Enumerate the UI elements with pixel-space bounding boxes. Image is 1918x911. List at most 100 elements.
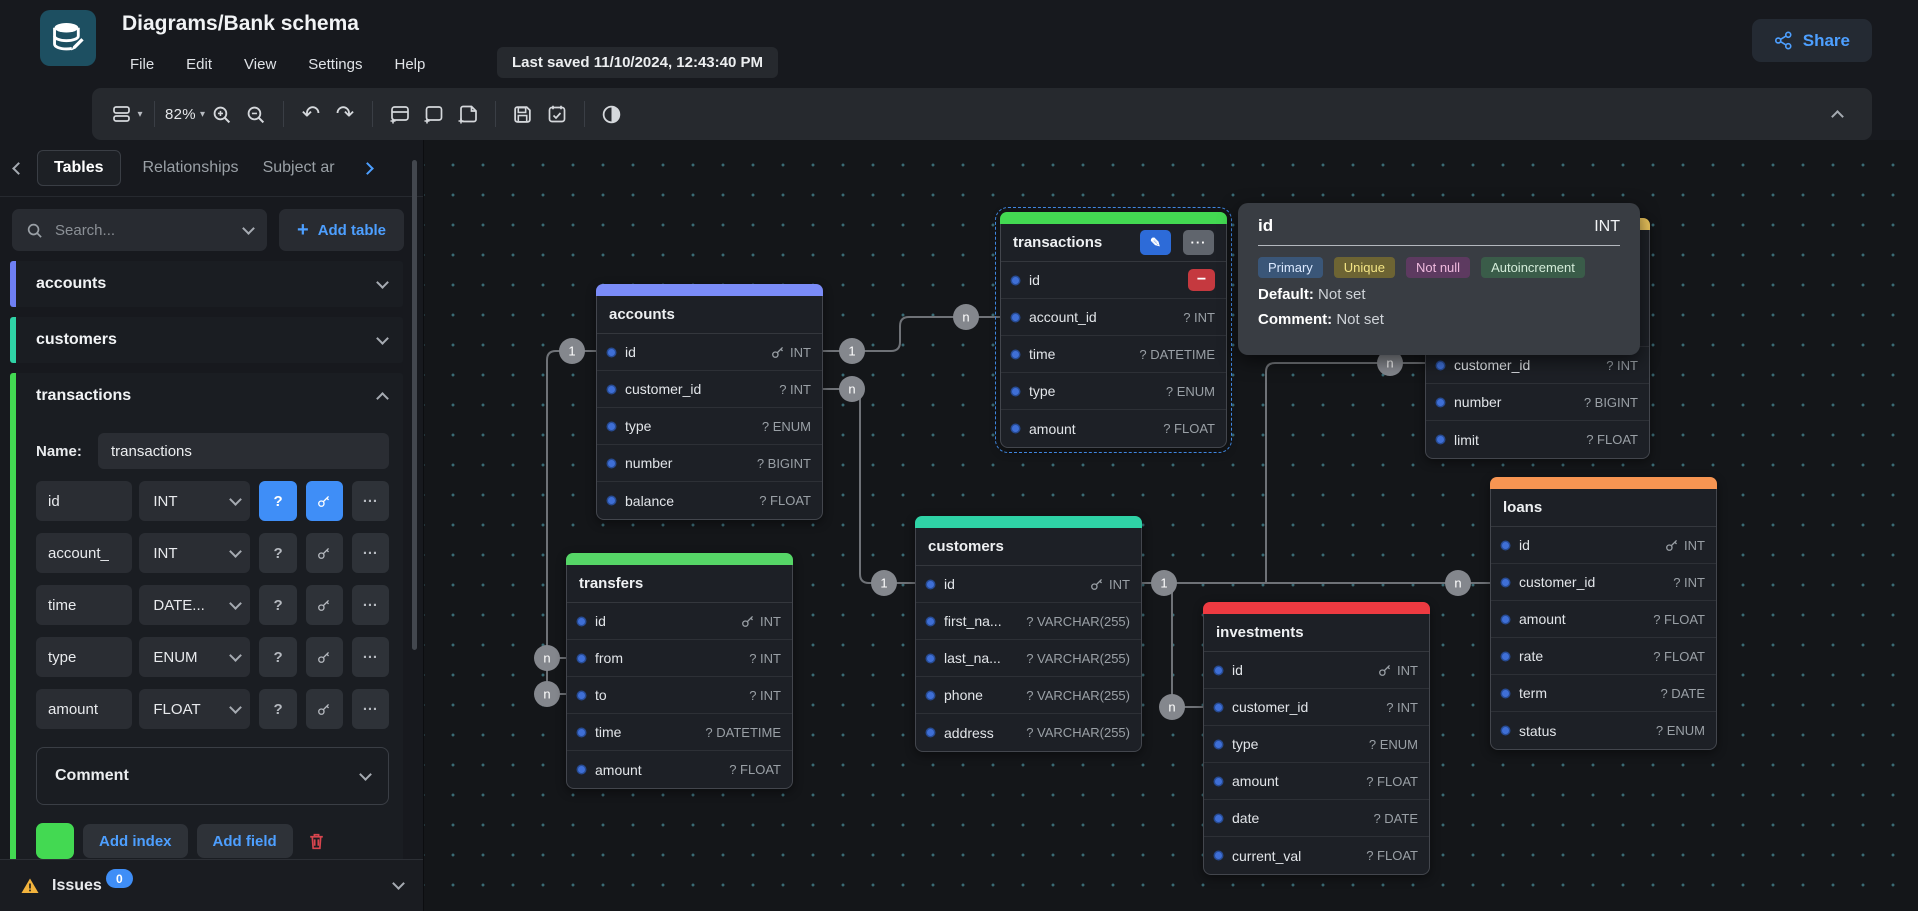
table-field-row[interactable]: amount? FLOAT	[1491, 601, 1716, 638]
field-type-select[interactable]: FLOAT	[139, 689, 250, 729]
table-field-row[interactable]: customer_id? INT	[1204, 689, 1429, 726]
save-icon[interactable]	[506, 97, 540, 131]
table-field-row[interactable]: limit? FLOAT	[1426, 421, 1649, 458]
table-title[interactable]: accounts	[597, 296, 822, 334]
table-field-row[interactable]: address? VARCHAR(255)	[916, 714, 1141, 751]
add-index-button[interactable]: Add index	[83, 824, 188, 858]
accordion-header[interactable]: accounts	[16, 261, 403, 307]
sidebar-scrollbar[interactable]	[412, 160, 417, 650]
edit-table-button[interactable]: ✎	[1140, 230, 1171, 255]
primary-key-toggle-button[interactable]	[306, 585, 343, 625]
tab-relationships[interactable]: Relationships	[131, 151, 251, 185]
table-field-row[interactable]: type? ENUM	[1001, 373, 1226, 410]
tab-subject-areas[interactable]: Subject ar	[251, 151, 361, 185]
field-name-input[interactable]: account_	[36, 533, 132, 573]
table-field-row[interactable]: amount? FLOAT	[1001, 410, 1226, 447]
primary-key-toggle-button[interactable]	[306, 533, 343, 573]
field-type-select[interactable]: DATE...	[139, 585, 250, 625]
share-button[interactable]: Share	[1752, 19, 1872, 62]
diagram-table-customers[interactable]: customersidINTfirst_na...? VARCHAR(255)l…	[915, 516, 1142, 752]
table-field-row[interactable]: rate? FLOAT	[1491, 638, 1716, 675]
table-field-row[interactable]: first_na...? VARCHAR(255)	[916, 603, 1141, 640]
todo-icon[interactable]	[540, 97, 574, 131]
nullable-toggle-button[interactable]: ?	[259, 689, 296, 729]
table-title[interactable]: loans	[1491, 489, 1716, 527]
table-field-row[interactable]: number? BIGINT	[1426, 384, 1649, 421]
table-field-row[interactable]: to? INT	[567, 677, 792, 714]
primary-key-toggle-button[interactable]	[306, 689, 343, 729]
tabs-scroll-left-icon[interactable]	[12, 162, 25, 175]
menu-view[interactable]: View	[232, 52, 288, 77]
zoom-level-select[interactable]: 82% ▾	[165, 97, 205, 131]
footer-collapse-chevron-icon[interactable]	[392, 877, 405, 890]
issues-footer[interactable]: Issues 0	[0, 859, 423, 911]
table-title[interactable]: customers	[916, 528, 1141, 566]
delete-field-button[interactable]: −	[1188, 269, 1215, 291]
table-field-row[interactable]: account_id? INT	[1001, 299, 1226, 336]
field-name-input[interactable]: type	[36, 637, 132, 677]
accordion-header[interactable]: transactions	[16, 373, 403, 419]
table-field-row[interactable]: term? DATE	[1491, 675, 1716, 712]
diagram-table-investments[interactable]: investmentsidINTcustomer_id? INTtype? EN…	[1203, 602, 1430, 875]
table-field-row[interactable]: number? BIGINT	[597, 445, 822, 482]
delete-table-button[interactable]	[306, 831, 327, 852]
table-title[interactable]: transactions✎···	[1001, 224, 1226, 262]
field-type-select[interactable]: INT	[139, 533, 250, 573]
table-field-row[interactable]: current_val? FLOAT	[1204, 837, 1429, 874]
table-field-row[interactable]: balance? FLOAT	[597, 482, 822, 519]
sidebar-table-transactions[interactable]: transactions Name: transactions idINT?··…	[10, 373, 403, 875]
table-title[interactable]: investments	[1204, 614, 1429, 652]
tab-tables[interactable]: Tables	[37, 150, 121, 186]
table-name-input[interactable]: transactions	[98, 433, 389, 469]
undo-icon[interactable]: ↶	[294, 97, 328, 131]
menu-settings[interactable]: Settings	[296, 52, 374, 77]
table-field-row[interactable]: status? ENUM	[1491, 712, 1716, 749]
diagram-table-loans[interactable]: loansidINTcustomer_id? INTamount? FLOATr…	[1490, 477, 1717, 750]
table-color-swatch[interactable]	[36, 823, 74, 859]
nullable-toggle-button[interactable]: ?	[259, 585, 296, 625]
diagram-table-accounts[interactable]: accountsidINTcustomer_id? INTtype? ENUMn…	[596, 284, 823, 520]
table-field-row[interactable]: customer_id? INT	[597, 371, 822, 408]
add-table-button[interactable]: + Add table	[279, 209, 404, 251]
diagram-table-transfers[interactable]: transfersidINTfrom? INTto? INTtime? DATE…	[566, 553, 793, 789]
menu-file[interactable]: File	[118, 52, 166, 77]
table-field-row[interactable]: idINT	[1491, 527, 1716, 564]
field-more-button[interactable]: ···	[352, 637, 389, 677]
table-field-row[interactable]: time? DATETIME	[1001, 336, 1226, 373]
layout-picker-icon[interactable]: ▾	[110, 97, 144, 131]
field-type-select[interactable]: ENUM	[139, 637, 250, 677]
search-input[interactable]: Search...	[12, 209, 267, 251]
table-field-row[interactable]: date? DATE	[1204, 800, 1429, 837]
drawdb-logo-icon[interactable]	[40, 10, 96, 66]
table-field-row[interactable]: time? DATETIME	[567, 714, 792, 751]
table-field-row[interactable]: type? ENUM	[1204, 726, 1429, 763]
field-type-select[interactable]: INT	[139, 481, 250, 521]
nullable-toggle-button[interactable]: ?	[259, 533, 296, 573]
table-field-row[interactable]: last_na...? VARCHAR(255)	[916, 640, 1141, 677]
table-field-row[interactable]: amount? FLOAT	[1204, 763, 1429, 800]
table-field-row[interactable]: idINT	[916, 566, 1141, 603]
sidebar-table-customers[interactable]: customers	[10, 317, 403, 363]
table-more-button[interactable]: ···	[1183, 230, 1214, 255]
add-field-button[interactable]: Add field	[197, 824, 293, 858]
zoom-in-icon[interactable]	[205, 97, 239, 131]
menu-edit[interactable]: Edit	[174, 52, 224, 77]
field-name-input[interactable]: time	[36, 585, 132, 625]
table-field-row[interactable]: from? INT	[567, 640, 792, 677]
table-field-row[interactable]: id−	[1001, 262, 1226, 299]
comment-collapse[interactable]: Comment	[36, 747, 389, 805]
accordion-header[interactable]: customers	[16, 317, 403, 363]
table-field-row[interactable]: idINT	[1204, 652, 1429, 689]
diagram-table-transactions[interactable]: transactions✎···id−account_id? INTtime? …	[1000, 212, 1227, 448]
tabs-scroll-right-icon[interactable]	[361, 162, 374, 175]
table-field-row[interactable]: idINT	[567, 603, 792, 640]
primary-key-toggle-button[interactable]	[306, 481, 343, 521]
nullable-toggle-button[interactable]: ?	[259, 481, 296, 521]
sidebar-table-accounts[interactable]: accounts	[10, 261, 403, 307]
table-field-row[interactable]: type? ENUM	[597, 408, 822, 445]
nullable-toggle-button[interactable]: ?	[259, 637, 296, 677]
search-options-chevron-icon[interactable]	[242, 222, 255, 235]
table-title[interactable]: transfers	[567, 565, 792, 603]
collapse-toolbar-icon[interactable]	[1820, 97, 1854, 131]
field-more-button[interactable]: ···	[352, 533, 389, 573]
